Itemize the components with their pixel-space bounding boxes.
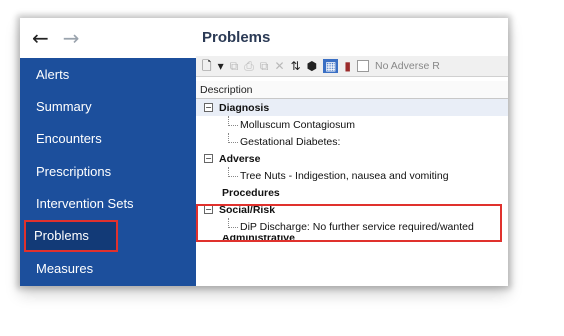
sidebar-item-label: Alerts bbox=[36, 66, 70, 82]
group-label: Diagnosis bbox=[219, 101, 270, 114]
clipped-row: Administrative bbox=[196, 235, 508, 243]
sidebar-item-label: Prescriptions bbox=[36, 163, 112, 179]
collapse-icon[interactable]: − bbox=[204, 154, 213, 163]
refresh-icon[interactable]: ⇅ bbox=[291, 59, 301, 73]
group-label: Administrative bbox=[222, 235, 295, 243]
sidebar-item-label: Encounters bbox=[36, 131, 102, 147]
tree-group-adverse[interactable]: − Adverse bbox=[196, 150, 508, 167]
paste-icon[interactable]: ⧉ bbox=[260, 59, 269, 73]
new-document-icon[interactable]: 🗋 bbox=[202, 59, 212, 73]
sidebar-item-intervention-sets[interactable]: Intervention Sets bbox=[20, 188, 196, 220]
group-label: Procedures bbox=[222, 186, 280, 199]
chevron-down-icon[interactable]: ▾ bbox=[218, 59, 224, 73]
tree-item[interactable]: Tree Nuts - Indigestion, nausea and vomi… bbox=[196, 167, 508, 184]
page-title: Problems bbox=[196, 18, 508, 56]
no-adverse-checkbox[interactable] bbox=[357, 60, 370, 72]
no-adverse-label: No Adverse R bbox=[375, 60, 440, 72]
forward-arrow-icon[interactable]: → bbox=[63, 28, 80, 48]
sidebar-item-label: Measures bbox=[36, 260, 94, 276]
sidebar-item-problems[interactable]: Problems bbox=[24, 219, 118, 252]
tree-item[interactable]: DiP Discharge: No further service requir… bbox=[196, 218, 508, 235]
problems-tree: − Diagnosis Molluscum Contagiosum Gestat… bbox=[196, 99, 508, 243]
column-header-description[interactable]: Description bbox=[196, 81, 508, 99]
print-icon[interactable]: ⎙ bbox=[244, 59, 254, 73]
problems-panel: Problems 🗋 ▾ ⧉ ⎙ ⧉ ✕ ⇅ ⬢ ▦ ▮ No Adverse … bbox=[196, 18, 508, 286]
group-label: Social/Risk bbox=[219, 203, 276, 216]
back-arrow-icon[interactable]: ← bbox=[32, 28, 49, 48]
app-window: ← → Alerts Summary Encounters Prescripti… bbox=[20, 18, 508, 286]
tree-group-diagnosis[interactable]: − Diagnosis bbox=[196, 99, 508, 116]
sidebar-item-summary[interactable]: Summary bbox=[20, 90, 196, 122]
tree-group-social-risk[interactable]: − Social/Risk bbox=[196, 201, 508, 218]
sidebar-item-alerts[interactable]: Alerts bbox=[20, 58, 196, 90]
sidebar-menu: Alerts Summary Encounters Prescriptions … bbox=[20, 58, 196, 284]
group-label: Adverse bbox=[219, 152, 261, 165]
view-toggle-icon[interactable]: ▦ bbox=[323, 59, 339, 73]
tree-group-procedures[interactable]: Procedures bbox=[196, 184, 508, 201]
sidebar-item-label: Intervention Sets bbox=[36, 196, 134, 212]
tree-item[interactable]: Gestational Diabetes: bbox=[196, 133, 508, 150]
delete-icon[interactable]: ✕ bbox=[274, 59, 284, 73]
sidebar-item-prescriptions[interactable]: Prescriptions bbox=[20, 155, 196, 187]
toolbar: 🗋 ▾ ⧉ ⎙ ⧉ ✕ ⇅ ⬢ ▦ ▮ No Adverse R bbox=[196, 56, 508, 77]
book-icon[interactable]: ▮ bbox=[344, 59, 351, 73]
cube-icon[interactable]: ⬢ bbox=[307, 59, 317, 73]
nav-bar: ← → bbox=[20, 18, 196, 58]
tree-item[interactable]: Molluscum Contagiosum bbox=[196, 116, 508, 133]
copy-icon[interactable]: ⧉ bbox=[230, 59, 239, 73]
sidebar-item-label: Summary bbox=[36, 99, 92, 115]
sidebar-item-label: Problems bbox=[34, 228, 89, 244]
tree-group-administrative[interactable]: Administrative bbox=[196, 235, 508, 243]
sidebar: ← → Alerts Summary Encounters Prescripti… bbox=[20, 18, 196, 286]
sidebar-item-encounters[interactable]: Encounters bbox=[20, 123, 196, 155]
sidebar-item-measures[interactable]: Measures bbox=[20, 252, 196, 284]
collapse-icon[interactable]: − bbox=[204, 103, 213, 112]
collapse-icon[interactable]: − bbox=[204, 205, 213, 214]
